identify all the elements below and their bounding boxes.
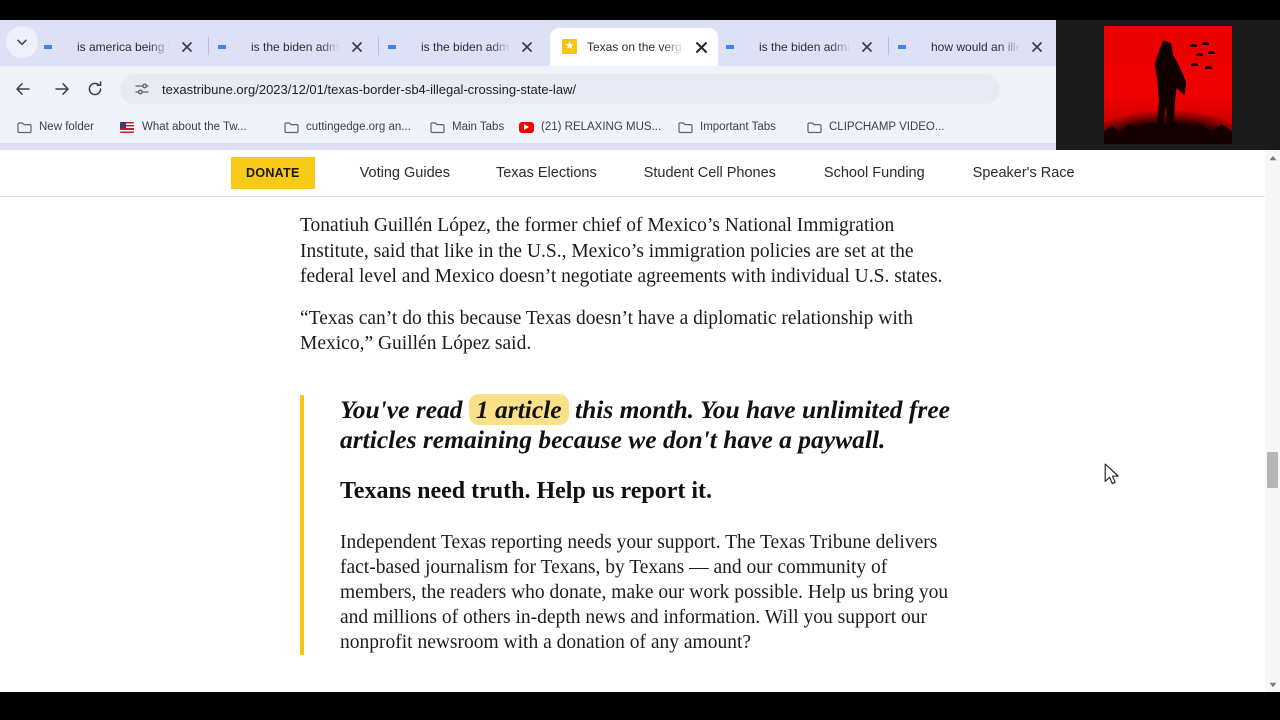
google-icon — [396, 39, 412, 55]
back-icon[interactable] — [8, 74, 38, 104]
video-birds-silhouette — [1188, 42, 1222, 76]
donate-button[interactable]: DONATE — [231, 157, 315, 189]
screen: is america being in is the biden admin i… — [0, 0, 1280, 720]
folder-icon — [429, 119, 445, 135]
site-navigation-bar: DONATE Voting Guides Texas Elections Stu… — [0, 150, 1265, 197]
tab-divider — [888, 37, 889, 55]
browser-tab-1[interactable]: is america being in — [40, 28, 204, 66]
tab-title: is the biden admin — [759, 40, 852, 54]
bookmark-label: (21) RELAXING MUS... — [541, 121, 662, 133]
folder-icon — [677, 119, 693, 135]
bookmark-new-folder[interactable]: New folder — [10, 115, 100, 139]
tab-title: is america being in — [77, 40, 172, 54]
callout-lead: You've read 1 article this month. You ha… — [340, 394, 965, 455]
bookmark-label: CLIPCHAMP VIDEO... — [829, 121, 945, 133]
address-bar[interactable]: texastribune.org/2023/12/01/texas-border… — [120, 74, 1000, 104]
bookmark-label: Important Tabs — [700, 121, 776, 133]
bookmark-label: New folder — [39, 121, 94, 133]
tab-title: is the biden admin — [251, 40, 342, 54]
article-paragraph: Tonatiuh Guillén López, the former chief… — [300, 215, 943, 288]
bookmark-relaxing-music[interactable]: (21) RELAXING MUS... — [512, 115, 667, 139]
us-flag-icon — [119, 119, 135, 135]
letterbox-top — [0, 0, 1280, 20]
scrollbar-thumb[interactable] — [1267, 452, 1278, 488]
tab-close-icon[interactable] — [516, 36, 538, 58]
tab-divider — [378, 37, 379, 55]
forward-icon[interactable] — [47, 74, 77, 104]
tab-close-icon[interactable] — [690, 36, 712, 58]
callout-lead-before: You've read — [340, 395, 469, 425]
tab-title: is the biden admin — [421, 40, 512, 54]
tab-close-icon[interactable] — [176, 36, 198, 58]
tab-close-icon[interactable] — [856, 36, 878, 58]
bookmark-main-tabs[interactable]: Main Tabs — [423, 115, 510, 139]
google-icon — [226, 39, 242, 55]
nav-link-texas-elections[interactable]: Texas Elections — [496, 165, 597, 181]
bookmark-label: Main Tabs — [452, 121, 505, 133]
tab-title: Texas on the verge — [587, 40, 686, 54]
article-count-highlight: 1 article — [468, 394, 569, 426]
chevron-down-icon[interactable] — [6, 26, 38, 58]
folder-icon — [283, 119, 299, 135]
bookmark-important-tabs[interactable]: Important Tabs — [671, 115, 782, 139]
folder-icon — [16, 119, 32, 135]
callout-heading: Texans need truth. Help us report it. — [340, 478, 713, 505]
bookmark-what-about-the-tw[interactable]: What about the Tw... — [113, 115, 253, 139]
floating-video-player[interactable] — [1056, 20, 1280, 150]
bookmark-clipchamp-video[interactable]: CLIPCHAMP VIDEO... — [800, 115, 950, 139]
google-icon — [734, 39, 750, 55]
texas-tribune-star-icon: ★ — [562, 39, 578, 55]
google-icon — [52, 39, 68, 55]
nav-link-speakers-race[interactable]: Speaker's Race — [973, 165, 1075, 181]
address-bar-url: texastribune.org/2023/12/01/texas-border… — [162, 81, 577, 97]
browser-tab-4-active[interactable]: ★ Texas on the verge — [550, 28, 718, 66]
browser-tab-2[interactable]: is the biden admin — [214, 28, 374, 66]
youtube-icon — [518, 119, 534, 135]
page-scrollbar[interactable] — [1265, 150, 1280, 692]
page-settings-icon[interactable] — [134, 81, 150, 97]
article-body: Eastern European countries. Tonatiuh Gui… — [0, 197, 1265, 692]
bookmark-label: What about the Tw... — [142, 121, 247, 133]
tab-divider — [208, 37, 209, 55]
letterbox-bottom — [0, 692, 1280, 720]
tab-close-icon[interactable] — [346, 36, 368, 58]
scroll-up-arrow-icon[interactable] — [1265, 150, 1280, 165]
nav-link-school-funding[interactable]: School Funding — [824, 165, 925, 181]
video-thumbnail — [1104, 26, 1232, 144]
tab-close-icon[interactable] — [1026, 36, 1048, 58]
google-icon — [906, 39, 922, 55]
callout-body: Independent Texas reporting needs your s… — [340, 532, 949, 654]
scroll-down-arrow-icon[interactable] — [1265, 677, 1280, 692]
nav-link-student-cell-phones[interactable]: Student Cell Phones — [644, 165, 776, 181]
browser-tab-3[interactable]: is the biden admin — [384, 28, 544, 66]
video-figure-silhouette — [1154, 40, 1187, 132]
article-paragraph: “Texas can’t do this because Texas doesn… — [300, 307, 913, 355]
nav-link-voting-guides[interactable]: Voting Guides — [360, 165, 450, 181]
membership-callout: You've read 1 article this month. You ha… — [300, 394, 965, 656]
bookmark-label: cuttingedge.org an... — [306, 121, 411, 133]
browser-tab-5[interactable]: is the biden admin — [722, 28, 884, 66]
browser-tab-6[interactable]: how would an illeg — [894, 28, 1054, 66]
bookmark-cuttingedge-org[interactable]: cuttingedge.org an... — [277, 115, 417, 139]
tab-title: how would an illeg — [931, 40, 1022, 54]
reload-icon[interactable] — [80, 74, 110, 104]
page-viewport: DONATE Voting Guides Texas Elections Stu… — [0, 150, 1265, 692]
folder-icon — [806, 119, 822, 135]
